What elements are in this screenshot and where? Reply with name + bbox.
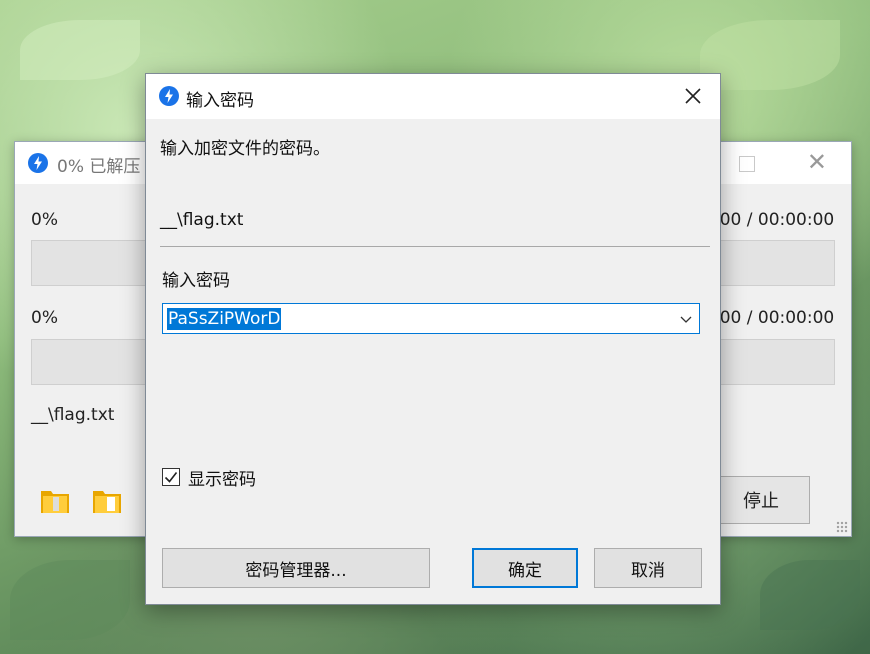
prompt-text: 输入加密文件的密码。 <box>160 139 330 159</box>
app-icon <box>159 86 179 106</box>
chevron-down-icon[interactable] <box>679 312 693 326</box>
divider <box>160 246 710 247</box>
resize-grip[interactable] <box>836 521 848 533</box>
close-icon[interactable]: ✕ <box>807 150 827 174</box>
app-icon <box>28 153 48 173</box>
password-manager-button[interactable]: 密码管理器... <box>162 548 430 588</box>
wallpaper-leaf <box>10 560 130 640</box>
password-combobox[interactable]: PaSsZiPWorD <box>162 303 700 334</box>
ok-button[interactable]: 确定 <box>472 548 578 588</box>
folder-icon <box>93 491 121 513</box>
close-icon[interactable] <box>680 83 706 109</box>
password-field-label: 输入密码 <box>162 271 230 291</box>
back-window-title: 0% 已解压 <box>57 157 141 177</box>
wallpaper-leaf <box>700 20 840 90</box>
dialog-title: 输入密码 <box>186 91 254 111</box>
wallpaper-leaf <box>760 560 860 630</box>
password-input-value[interactable]: PaSsZiPWorD <box>167 308 282 330</box>
dialog-titlebar[interactable]: 输入密码 <box>146 74 720 119</box>
stop-button[interactable]: 停止 <box>712 476 810 524</box>
progress-percent-1: 0% <box>31 210 58 230</box>
wallpaper-leaf <box>20 20 140 80</box>
encrypted-file-name: __\flag.txt <box>160 210 244 230</box>
maximize-icon[interactable] <box>739 156 755 172</box>
cancel-button[interactable]: 取消 <box>594 548 702 588</box>
checkmark-icon <box>164 472 178 483</box>
password-dialog: 输入密码 输入加密文件的密码。 __\flag.txt 输入密码 PaSsZiP… <box>145 73 721 605</box>
show-password-label[interactable]: 显示密码 <box>188 465 256 490</box>
current-file: __\flag.txt <box>31 405 115 425</box>
progress-percent-2: 0% <box>31 308 58 328</box>
show-password-checkbox[interactable] <box>162 468 180 486</box>
folder-icon <box>41 491 69 513</box>
